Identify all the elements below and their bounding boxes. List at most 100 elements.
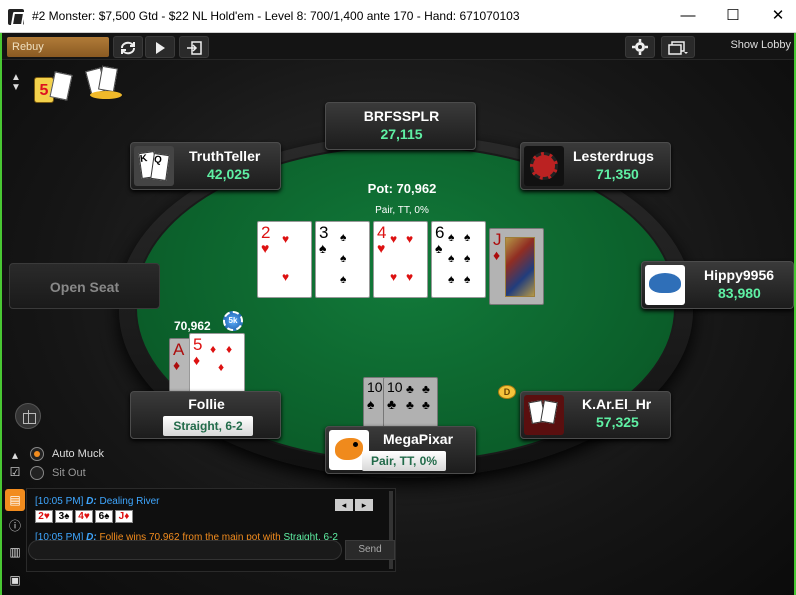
card-rank: 10 [387, 379, 403, 395]
auto-muck-radio[interactable] [30, 447, 44, 461]
auto-muck-label: Auto Muck [52, 448, 104, 460]
chat-input[interactable] [28, 540, 342, 560]
card-pip: ♣ [406, 398, 414, 412]
chat-message: Dealing River [99, 496, 160, 507]
window-titlebar: #2 Monster: $7,500 Gtd - $22 NL Hold'em … [0, 0, 796, 33]
card-pip: ♣ [422, 398, 430, 412]
card-suit-icon: ♠ [319, 240, 327, 256]
player-name: Hippy9956 [704, 267, 775, 283]
notes-icon[interactable]: ▣ [5, 569, 25, 591]
stats-icon[interactable]: ▥ [5, 541, 25, 563]
card-pip: ♦ [218, 360, 225, 374]
hand-result-badge: Pair, TT, 0% [362, 451, 446, 471]
mini-card: 2♥ [35, 510, 53, 523]
dealer-tag: D: [86, 496, 97, 507]
seat-hero[interactable]: MegaPixar Pair, TT, 0% [325, 426, 476, 474]
card-suit-icon: ♥ [261, 240, 270, 256]
card-suit-icon: ♦ [193, 352, 201, 368]
board-card-4: 6 ♠ ♠ ♠ ♠ ♠ ♠ ♠ [431, 221, 486, 298]
card-pip: ♣ [422, 382, 430, 396]
seat-bottom-right[interactable]: K.Ar.El_Hr 57,325 [520, 391, 671, 439]
chat-card-row: 2♥ 3♠ 4♥ 6♠ J♦ [35, 510, 135, 523]
player-chips: 71,350 [596, 166, 639, 182]
avatar [524, 146, 564, 186]
board-card-1: 2 ♥ ♥ ♥ [257, 221, 312, 298]
player-chips: 83,980 [718, 285, 761, 301]
sit-out-radio[interactable] [30, 466, 44, 480]
card-pip: ♠ [340, 230, 347, 244]
pot-label: Pot: 70,962 [367, 181, 437, 196]
card-pip: ♥ [282, 232, 290, 246]
seat-top-left[interactable]: K Q TruthTeller 42,025 [130, 142, 281, 190]
mini-card-text: ♦ [124, 511, 130, 522]
play-icon[interactable] [145, 36, 175, 58]
avatar: K Q [134, 146, 174, 186]
chat-prev-icon[interactable]: ◂ [335, 499, 353, 511]
window-layout-icon[interactable] [661, 36, 695, 58]
card-rank: 10 [367, 379, 383, 395]
mini-card: 4♥ [75, 510, 93, 523]
mini-card-text: ♥ [83, 511, 90, 522]
chip-stack-icon: 5k [223, 311, 243, 331]
minimize-button[interactable]: — [675, 5, 701, 27]
settings-gear-icon[interactable] [625, 36, 655, 58]
board-card-2: 3 ♠ ♠ ♠ ♠ [315, 221, 370, 298]
rebuy-button[interactable]: Rebuy [7, 37, 109, 57]
close-button[interactable]: ✕ [765, 5, 791, 27]
player-name: K.Ar.El_Hr [582, 396, 652, 412]
card-suit-icon: ♥ [377, 240, 386, 256]
info-icon[interactable]: ⓘ [5, 515, 25, 537]
sit-out-label: Sit Out [52, 467, 86, 479]
maximize-button[interactable]: ☐ [720, 5, 746, 27]
player-name: BRFSSPLR [363, 108, 440, 124]
seat-top-right[interactable]: Lesterdrugs 71,350 [520, 142, 671, 190]
card-pip: ♣ [406, 382, 414, 396]
open-seat-button[interactable]: Open Seat [9, 263, 160, 309]
card-suit-icon: ♦ [493, 247, 501, 263]
chat-next-icon[interactable]: ▸ [355, 499, 373, 511]
seat-top[interactable]: BRFSSPLR 27,115 [325, 102, 476, 150]
card-pip: ♠ [448, 272, 455, 286]
card-pip: ♥ [390, 270, 398, 284]
hand-result-badge: Straight, 6-2 [163, 416, 253, 436]
mini-card: 3♠ [55, 510, 73, 523]
card-pip: ♠ [448, 251, 455, 265]
card-pip: ♠ [448, 230, 455, 244]
jack-face-icon [505, 237, 535, 297]
card-pip: ♥ [406, 232, 414, 246]
card-pip: ♥ [390, 232, 398, 246]
gift-icon[interactable] [15, 403, 41, 429]
player-chips: 57,325 [596, 414, 639, 430]
card-suit-icon: ♣ [387, 396, 397, 412]
chat-icon[interactable]: ▤ [5, 489, 25, 511]
player-chips: 42,025 [207, 166, 250, 182]
card-pip: ♦ [226, 342, 233, 356]
card-pip: ♠ [464, 230, 471, 244]
poker-table-area: Rebuy Show Lobby ▲ ▼ 5 Pot: 70,962 Pair, … [2, 33, 794, 595]
mini-card-text: ♠ [64, 511, 70, 522]
send-button[interactable]: Send [345, 540, 395, 560]
exit-icon[interactable] [179, 36, 209, 58]
refresh-icon[interactable] [113, 36, 143, 58]
avatar [645, 265, 685, 305]
rewards-icon[interactable]: 5 [30, 65, 80, 107]
checkbox-icon[interactable]: ☑ [5, 461, 25, 483]
card-pip: ♠ [464, 272, 471, 286]
mini-card-text: ♠ [104, 511, 110, 522]
seat-right[interactable]: Hippy9956 83,980 [641, 261, 794, 309]
scroll-arrows-icon[interactable]: ▲ ▼ [10, 73, 22, 93]
mini-card: 6♠ [95, 510, 113, 523]
follie-card-2: 5 ♦ ♦ ♦ ♦ [189, 333, 245, 393]
seat-bottom-left[interactable]: Follie Straight, 6-2 [130, 391, 281, 439]
cards-stack-icon[interactable] [84, 65, 126, 105]
hand-strength-label: Pair, TT, 0% [375, 205, 429, 216]
board-card-3: 4 ♥ ♥ ♥ ♥ ♥ [373, 221, 428, 298]
player-name: TruthTeller [189, 148, 261, 164]
table-toolbar: Rebuy Show Lobby [2, 33, 794, 60]
app-logo-icon [8, 9, 24, 25]
card-pip: ♠ [464, 251, 471, 265]
player-chips: 27,115 [380, 126, 423, 142]
show-lobby-link[interactable]: Show Lobby [730, 39, 791, 51]
bet-amount: 70,962 [174, 319, 211, 333]
window-title: #2 Monster: $7,500 Gtd - $22 NL Hold'em … [32, 9, 520, 23]
